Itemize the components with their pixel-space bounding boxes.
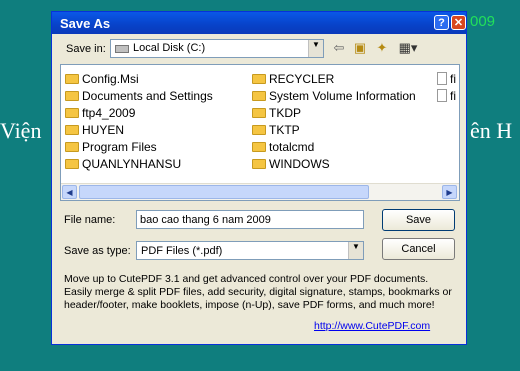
list-item[interactable]: totalcmd xyxy=(252,139,314,156)
scroll-left-icon[interactable]: ◀ xyxy=(62,185,77,199)
promo-link[interactable]: http://www.CutePDF.com xyxy=(314,320,430,332)
save-as-type-value: PDF Files (*.pdf) xyxy=(141,245,223,257)
save-in-value: Local Disk (C:) xyxy=(133,42,206,54)
folder-icon xyxy=(65,108,79,118)
scroll-thumb[interactable] xyxy=(79,185,369,199)
list-item[interactable]: System Volume Information xyxy=(252,88,416,105)
background-right-text: ên H xyxy=(470,118,513,143)
list-item[interactable]: WINDOWS xyxy=(252,156,330,173)
list-item[interactable]: TKDP xyxy=(252,105,301,122)
save-as-type-select[interactable]: PDF Files (*.pdf) ▼ xyxy=(136,241,364,260)
close-button[interactable]: ✕ xyxy=(451,15,466,30)
folder-icon xyxy=(65,159,79,169)
folder-icon xyxy=(65,142,79,152)
file-icon xyxy=(437,72,447,85)
background-year-text: 009 xyxy=(470,13,496,30)
file-icon xyxy=(437,89,447,102)
list-item[interactable]: HUYEN xyxy=(65,122,124,139)
list-item[interactable]: QUANLYNHANSU xyxy=(65,156,181,173)
list-item[interactable]: fi xyxy=(437,88,459,105)
list-item[interactable]: ftp4_2009 xyxy=(65,105,135,122)
save-button[interactable]: Save xyxy=(382,209,455,231)
folder-icon xyxy=(252,108,266,118)
save-as-type-label: Save as type: xyxy=(64,245,131,257)
folder-icon xyxy=(252,142,266,152)
folder-icon xyxy=(65,91,79,101)
list-item[interactable]: fi xyxy=(437,71,459,88)
horizontal-scrollbar[interactable]: ◀ ▶ xyxy=(61,183,459,200)
folder-icon xyxy=(252,125,266,135)
folder-icon xyxy=(252,159,266,169)
save-in-label: Save in: xyxy=(66,43,106,55)
save-in-combo[interactable]: Local Disk (C:) ▼ xyxy=(110,39,324,58)
local-disk-icon xyxy=(115,45,129,53)
dialog-title: Save As xyxy=(60,16,111,31)
chevron-down-icon[interactable]: ▼ xyxy=(348,242,363,259)
save-as-dialog: Save As ? ✕ Save in: Local Disk (C:) ▼ ⇦… xyxy=(51,11,467,345)
help-button[interactable]: ? xyxy=(434,15,449,30)
chevron-down-icon[interactable]: ▼ xyxy=(308,40,323,57)
folder-icon xyxy=(65,125,79,135)
folder-icon xyxy=(252,74,266,84)
back-arrow-icon[interactable]: ⇦ xyxy=(330,39,348,56)
title-bar[interactable]: Save As ? ✕ xyxy=(52,12,466,34)
up-folder-icon[interactable]: ▣ xyxy=(351,39,369,56)
new-folder-icon[interactable]: ✦ xyxy=(373,39,391,56)
list-item[interactable]: Program Files xyxy=(65,139,157,156)
file-name-field[interactable]: bao cao thang 6 nam 2009 xyxy=(136,210,364,229)
list-item[interactable]: TKTP xyxy=(252,122,300,139)
list-item[interactable]: Documents and Settings xyxy=(65,88,213,105)
scroll-right-icon[interactable]: ▶ xyxy=(442,185,457,199)
background-left-text: Viện xyxy=(0,118,42,143)
folder-icon xyxy=(252,91,266,101)
folder-icon xyxy=(65,74,79,84)
file-name-label: File name: xyxy=(64,214,116,226)
view-menu-icon[interactable]: ▦▾ xyxy=(395,39,421,56)
promo-text: Move up to CutePDF 3.1 and get advanced … xyxy=(64,273,452,311)
list-item[interactable]: RECYCLER xyxy=(252,71,334,88)
file-list[interactable]: Config.Msi Documents and Settings ftp4_2… xyxy=(60,64,460,201)
cancel-button[interactable]: Cancel xyxy=(382,238,455,260)
list-item[interactable]: Config.Msi xyxy=(65,71,139,88)
